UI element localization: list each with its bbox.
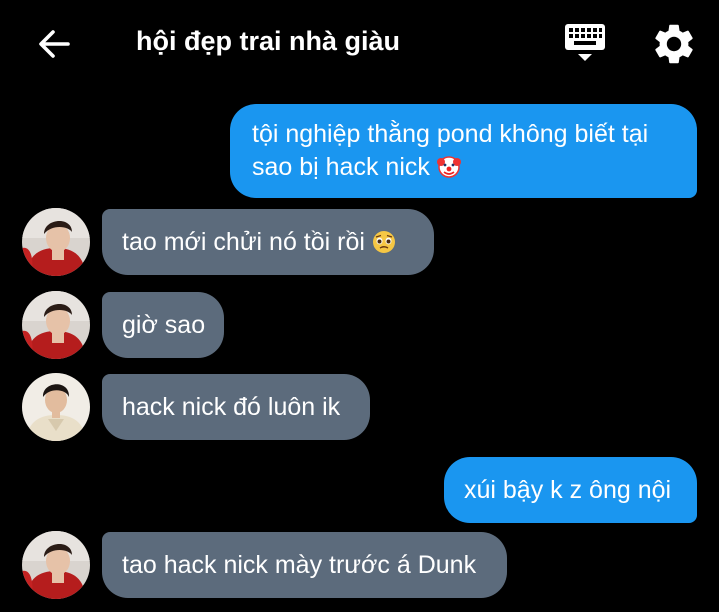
gear-icon xyxy=(655,24,693,64)
avatar[interactable] xyxy=(22,531,90,599)
chat-header: hội đẹp trai nhà giàu xyxy=(0,0,719,86)
message-bubble-incoming[interactable]: giờ sao xyxy=(102,292,224,358)
keyboard-icon xyxy=(565,24,605,61)
message-text: tội nghiệp thằng pond không biết tại sao… xyxy=(252,120,649,181)
message-text: hack nick đó luôn ik xyxy=(122,392,341,421)
message-text: xúi bậy k z ông nội xyxy=(464,475,672,504)
message-text: giờ sao xyxy=(122,310,206,339)
message-text: tao hack nick mày trước á Dunk xyxy=(122,550,477,579)
back-button[interactable] xyxy=(34,24,74,64)
message-text: tao mới chửi nó tồi rồi xyxy=(122,227,365,256)
pleading-face-emoji xyxy=(372,231,395,253)
settings-button[interactable] xyxy=(650,20,698,68)
keyboard-button[interactable] xyxy=(562,20,608,66)
message-bubble-outgoing[interactable]: tội nghiệp thằng pond không biết tại sao… xyxy=(230,104,697,198)
message-bubble-outgoing[interactable]: xúi bậy k z ông nội xyxy=(444,457,697,523)
avatar[interactable] xyxy=(22,208,90,276)
message-bubble-incoming[interactable]: tao mới chửi nó tồi rồi xyxy=(102,209,434,275)
message-bubble-incoming[interactable]: tao hack nick mày trước á Dunk xyxy=(102,532,507,598)
chat-title: hội đẹp trai nhà giàu xyxy=(136,26,401,56)
avatar[interactable] xyxy=(22,373,90,441)
arrow-left-icon xyxy=(39,30,70,58)
message-bubble-incoming[interactable]: hack nick đó luôn ik xyxy=(102,374,370,440)
clown-face-emoji xyxy=(436,156,461,178)
avatar[interactable] xyxy=(22,291,90,359)
